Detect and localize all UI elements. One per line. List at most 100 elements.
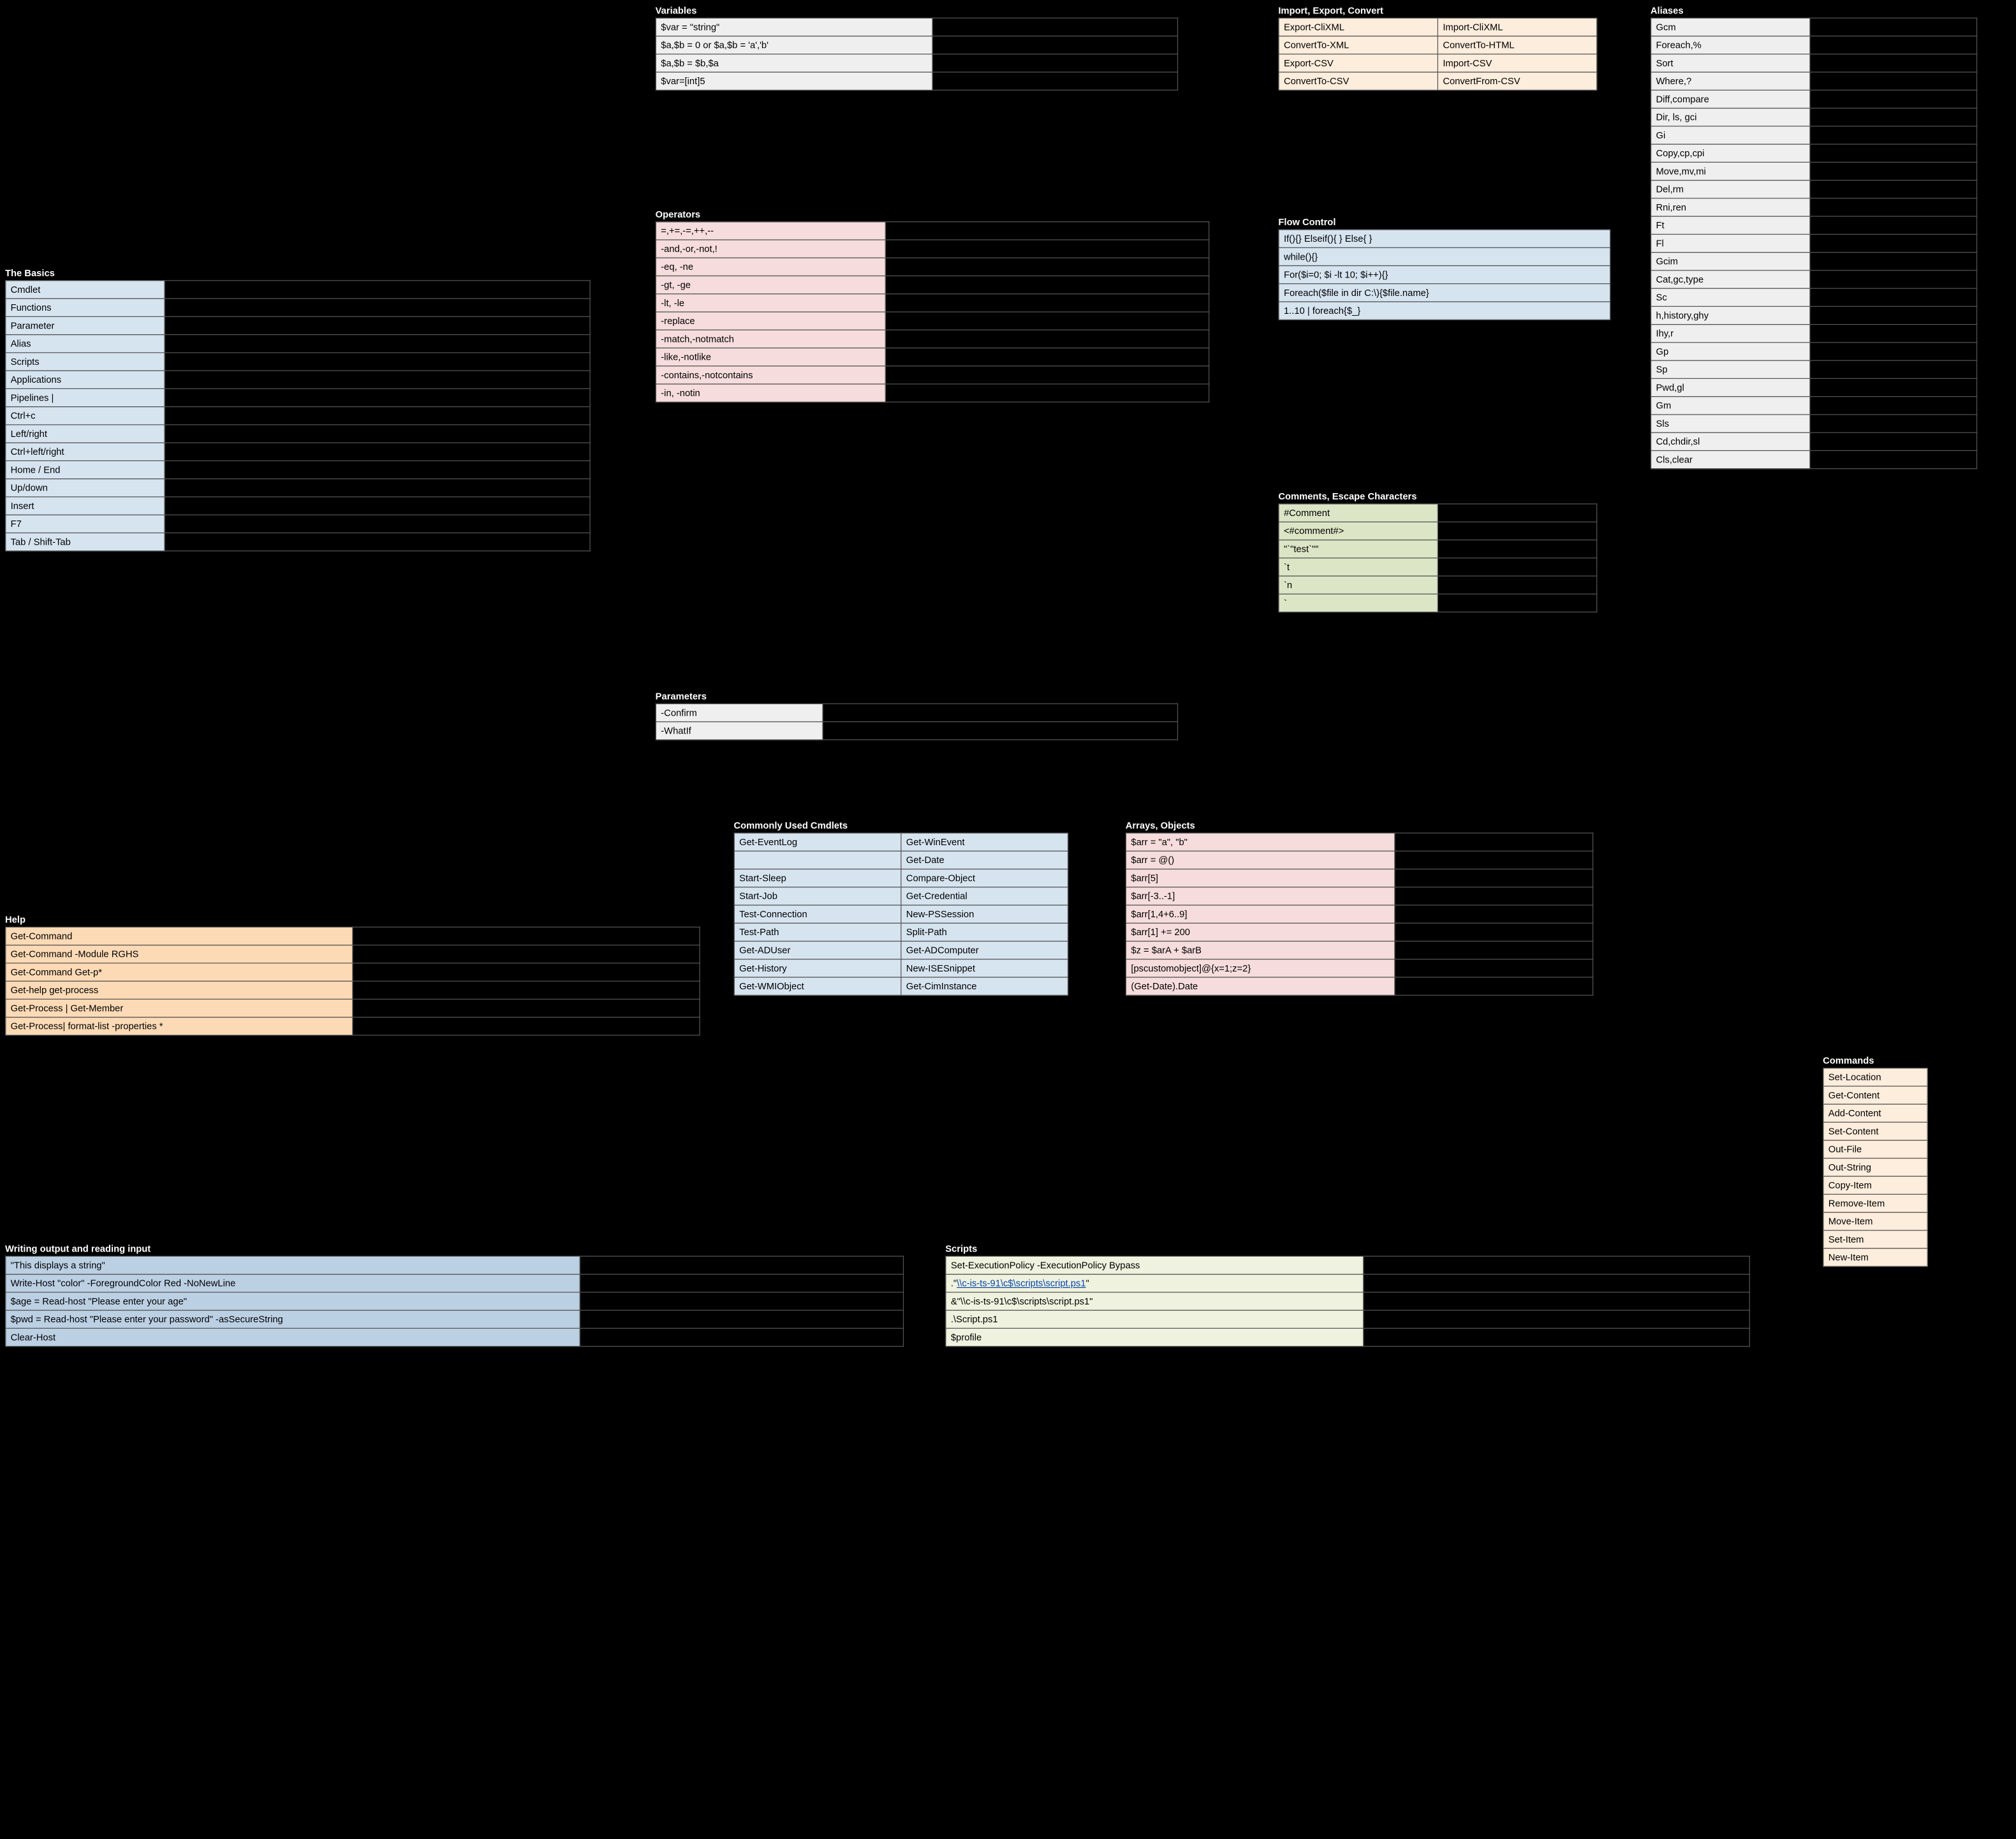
heading-writing: Writing output and reading input <box>5 1243 904 1254</box>
cell: Import-CliXML <box>1438 18 1596 36</box>
table-flow: If(){} Elseif(){ } Else{ }while(){}For($… <box>1278 229 1610 320</box>
table-row: -like,-notlikeWildcard matching <box>656 348 1209 366</box>
cell: Argument to a Cmdlet/Function/Script <box>165 316 590 334</box>
cell: $arr = "a", "b" <box>1126 833 1394 851</box>
cell: Get-Content <box>1823 1086 1927 1104</box>
table-row: -eq, -neEqual, not equal <box>656 258 1209 276</box>
cell: Commands written in PowerShell language <box>165 299 590 316</box>
table-row: Clear-HostClear console <box>6 1328 904 1346</box>
cell: "`"test`"" <box>1279 540 1438 558</box>
table-row: Out-String <box>1823 1158 1927 1176</box>
cell: Navigate a word at a time <box>165 443 590 461</box>
table-import-export: Export-CliXMLImport-CliXMLConvertTo-XMLC… <box>1278 18 1597 91</box>
table-row: -and,-or,-not,!Connect expressions / sta… <box>656 240 1209 258</box>
cell: Copy,cp,cpi <box>1651 144 1809 162</box>
cell: Get-Member <box>1810 397 1977 415</box>
table-row: while(){} <box>1279 247 1610 265</box>
table-row: AliasShortcut for a Cmdlet or Function <box>6 335 590 353</box>
cell: Get-Content <box>1810 270 1977 288</box>
cell: Parameter <box>6 316 165 334</box>
table-row: Foreach($file in dir C:\){$file.name} <box>1279 284 1610 302</box>
cell: Get-ADUser <box>734 941 901 959</box>
cell: Get-Command -Module RGHS <box>6 945 353 963</box>
cell: Get-Process| format-list -properties * <box>6 1017 353 1035</box>
cell: $a,$b = $b,$a <box>656 54 932 72</box>
table-row: h,history,ghyGet-History <box>1651 306 1976 324</box>
cell: (Get-Date).Date <box>1126 977 1394 995</box>
table-row: -in, -notinReverse of contains,notcontai… <box>656 384 1209 402</box>
cell: Get-History <box>734 959 901 977</box>
cell: Foreach-Object <box>1810 36 1977 54</box>
cell: Get-Command <box>6 927 353 945</box>
cell: Gcim <box>1651 253 1809 270</box>
cell: Text files with .ps1 extension <box>165 353 590 371</box>
cell: -WhatIf <box>656 721 823 739</box>
cell: Pipelines | <box>6 388 165 406</box>
table-row: Get-Command -Module RGHSGet all commands… <box>6 945 700 963</box>
cell: Move to start / end of line <box>165 461 590 478</box>
heading-cmdlets: Commonly Used Cmdlets <box>734 820 1069 831</box>
cell: Tab / Shift-Tab <box>6 533 165 550</box>
table-row: Set-ExecutionPolicy -ExecutionPolicy Byp… <box>946 1256 1749 1274</box>
cell: `t <box>1279 558 1438 576</box>
cell: Set $age variable to input from user <box>580 1292 903 1310</box>
cell: Left/right <box>6 425 165 443</box>
heading-arrays: Arrays, Objects <box>1126 820 1593 831</box>
cell: If(){} Elseif(){ } Else{ } <box>1279 230 1610 247</box>
cell: Copy-Item <box>1810 144 1977 162</box>
cell: Array of strings <box>1395 833 1593 851</box>
cell: Get-WMIObject <box>734 977 901 995</box>
cell: Get-ChildItem <box>1810 108 1977 126</box>
cell: $age = Read-host "Please enter your age" <box>6 1292 580 1310</box>
table-row: Get-WMIObjectGet-CimInstance <box>734 977 1068 995</box>
table-row: Get-EventLogGet-WinEvent <box>734 833 1068 851</box>
cell: Alias <box>6 335 165 353</box>
cell: $arr[5] <box>1126 869 1394 887</box>
table-row: Foreach,%Foreach-Object <box>1651 36 1976 54</box>
table-row: $arr = @()Empty array <box>1126 851 1593 869</box>
cell: Tab <box>1438 558 1596 576</box>
table-row: Home / EndMove to start / end of line <box>6 461 590 478</box>
cell: Ft <box>1651 216 1809 234</box>
cell: Remove-Item <box>1810 181 1977 198</box>
cell: Sort-Object <box>1810 54 1977 72</box>
heading-comments: Comments, Escape Characters <box>1278 491 1597 502</box>
cell: Rni,ren <box>1651 198 1809 216</box>
table-row: Export-CSVImport-CSV <box>1279 54 1597 72</box>
cell: Clear-Host <box>6 1328 580 1346</box>
table-row: $profileYour personal profile that runs … <box>946 1328 1749 1346</box>
table-row: Dir, ls, gciGet-ChildItem <box>1651 108 1976 126</box>
cell: Select-String <box>1810 415 1977 432</box>
table-row: SlsSelect-String <box>1651 415 1976 432</box>
table-row: GcmGet-Command <box>1651 18 1976 36</box>
script-path-link[interactable]: \\c-is-ts-91\c$\scripts\script.ps1 <box>957 1278 1085 1289</box>
cell: Clear console <box>580 1328 903 1346</box>
cell: Toggles between insert/overwrite mode <box>165 497 590 515</box>
table-row: New-Item <box>1823 1248 1927 1266</box>
cell: -like,-notlike <box>656 348 885 366</box>
cell: Foreach($file in dir C:\){$file.name} <box>1279 284 1610 302</box>
table-row: FlFormat-List <box>1651 234 1976 252</box>
cell: ."\\c-is-ts-91\c$\scripts\script.ps1" <box>946 1274 1364 1292</box>
table-row: Ihy,rInvoke-History <box>1651 325 1976 343</box>
table-row: $age = Read-host "Please enter your age"… <box>6 1292 904 1310</box>
cell: Gp <box>1651 343 1809 360</box>
table-row: Get-Date <box>734 851 1068 869</box>
cell: Gm <box>1651 397 1809 415</box>
cell: while(){} <box>1279 247 1610 265</box>
table-row: F7Command history in a window <box>6 515 590 533</box>
cell: Set execution policy to allow all script… <box>1364 1256 1750 1274</box>
cell: Your personal profile that runs at launc… <box>1364 1328 1750 1346</box>
table-row: Get-Process | Get-MemberGet members of t… <box>6 999 700 1017</box>
table-basics: CmdletCommands built into shell written … <box>5 280 591 551</box>
table-row: -ConfirmPrompt whether to take action <box>656 704 1177 721</box>
table-row: Where,?Where-Object <box>1651 72 1976 90</box>
cell: F7 <box>6 515 165 533</box>
table-row: Get-Content <box>1823 1086 1927 1104</box>
table-row: Move-Item <box>1823 1213 1927 1230</box>
cell: Get-ItemProperty <box>1810 343 1977 360</box>
cell: Gcm <box>1651 18 1809 36</box>
cell: -contains,-notcontains <box>656 366 885 384</box>
table-row: Set-Item <box>1823 1230 1927 1248</box>
table-row: Move,mv,miMove-Item <box>1651 162 1976 180</box>
